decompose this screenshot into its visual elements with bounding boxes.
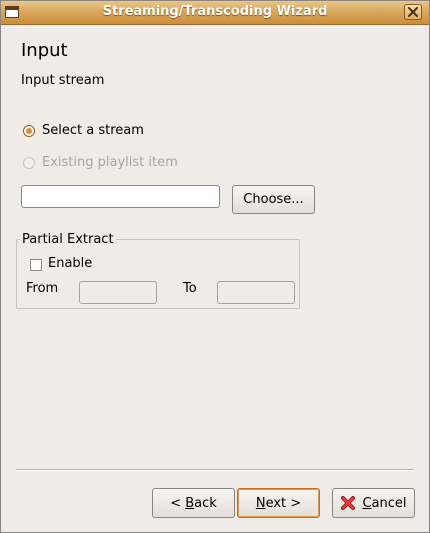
radio-label-select-stream: Select a stream [42,123,144,138]
from-label: From [26,281,59,296]
radio-select-stream[interactable]: Select a stream [23,123,144,138]
from-input [79,281,157,304]
back-button[interactable]: < Back [152,488,235,518]
back-mnemonic: B [185,495,195,511]
close-icon [408,7,418,17]
radio-existing-playlist-item: Existing playlist item [23,155,178,170]
wizard-window: Streaming/Transcoding Wizard Input Input… [0,0,430,533]
radio-label-existing-playlist-item: Existing playlist item [42,155,178,170]
next-rest: ext > [265,495,302,511]
choose-button[interactable]: Choose... [232,185,315,214]
title-bar[interactable]: Streaming/Transcoding Wizard [1,1,429,25]
button-separator [16,469,414,471]
back-prefix: < [170,495,186,511]
partial-extract-legend: Partial Extract [20,232,116,247]
page-subtitle: Input stream [21,73,105,88]
cancel-x-icon [340,495,356,511]
to-label: To [183,281,197,296]
window-title: Streaming/Transcoding Wizard [102,4,328,19]
enable-label: Enable [48,256,93,271]
enable-checkbox[interactable] [30,259,42,271]
cancel-rest: ancel [371,495,407,511]
stream-input[interactable] [21,185,220,208]
close-button[interactable] [404,4,422,20]
cancel-mnemonic: C [362,495,372,511]
cancel-button[interactable]: Cancel [332,488,415,518]
back-rest: ack [194,495,217,511]
radio-button-disabled [23,156,35,169]
page-title: Input [21,40,68,61]
to-input [217,281,295,304]
radio-button-checked[interactable] [23,124,35,137]
next-mnemonic: N [255,495,266,511]
next-button[interactable]: Next > [237,488,320,518]
